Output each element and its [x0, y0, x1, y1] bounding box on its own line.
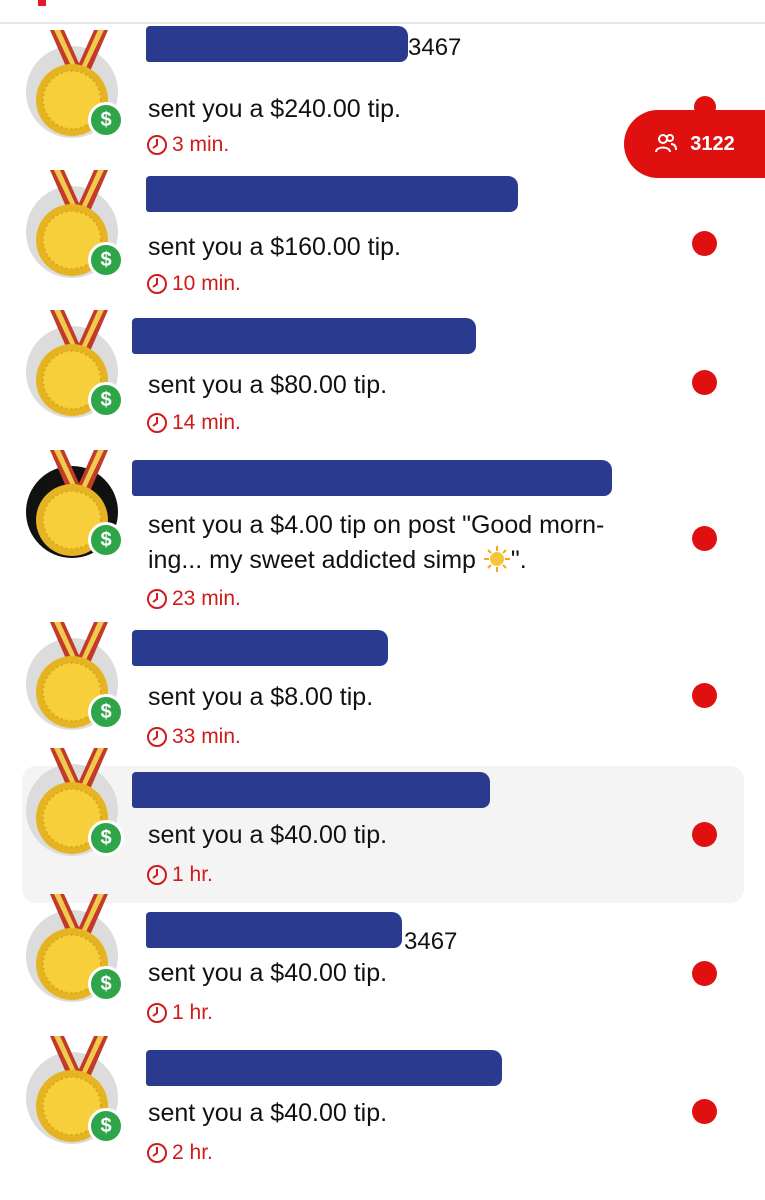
top-bar [0, 0, 765, 24]
online-users-button[interactable]: 3122 [624, 96, 765, 178]
clock-icon [147, 589, 167, 609]
avatar[interactable]: $ [24, 164, 134, 279]
unread-dot [692, 961, 717, 986]
top-accent [38, 0, 46, 6]
unread-dot [692, 231, 717, 256]
timestamp: 33 min. [146, 724, 241, 750]
clock-icon [147, 413, 167, 433]
clock-icon [147, 1003, 167, 1023]
notification-text: sent you a $40.00 tip. [148, 1099, 388, 1127]
avatar[interactable]: $ [24, 444, 134, 559]
dollar-icon: $ [88, 242, 124, 278]
avatar[interactable]: $ [24, 616, 134, 731]
dollar-icon: $ [88, 522, 124, 558]
redacted-name [132, 630, 388, 666]
timestamp: 10 min. [146, 271, 241, 297]
sun-emoji-icon [483, 546, 510, 572]
notification-text: sent you a $4.00 tip on post "Good morn-… [148, 511, 605, 574]
unread-dot [694, 96, 716, 118]
avatar[interactable]: $ [24, 304, 134, 419]
notification-text: sent you a $160.00 tip. [148, 233, 401, 261]
avatar[interactable]: $ [24, 742, 134, 857]
clock-icon [147, 274, 167, 294]
avatar[interactable]: $ [24, 888, 134, 1003]
unread-dot [692, 370, 717, 395]
timestamp: 2 hr. [146, 1140, 213, 1166]
notification-text: sent you a $80.00 tip. [148, 371, 388, 399]
notification-text: sent you a $40.00 tip. [148, 959, 388, 987]
timestamp: 14 min. [146, 410, 241, 436]
unread-dot [692, 822, 717, 847]
notification-text: sent you a $240.00 tip. [148, 95, 401, 123]
timestamp: 23 min. [146, 586, 241, 612]
redacted-name [132, 318, 476, 354]
unread-dot [692, 526, 717, 551]
dollar-icon: $ [88, 1108, 124, 1144]
avatar[interactable]: $ [24, 24, 134, 139]
clock-icon [147, 135, 167, 155]
timestamp: 1 hr. [146, 862, 213, 888]
notification-text: sent you a $40.00 tip. [148, 821, 388, 849]
clock-icon [147, 865, 167, 885]
unread-dot [692, 683, 717, 708]
redacted-name [132, 460, 612, 496]
dollar-icon: $ [88, 102, 124, 138]
redacted-name [146, 176, 518, 212]
clock-icon [147, 1143, 167, 1163]
notification-text: sent you a $8.00 tip. [148, 683, 374, 711]
dollar-icon: $ [88, 820, 124, 856]
redacted-name [146, 26, 408, 62]
dollar-icon: $ [88, 966, 124, 1002]
dollar-icon: $ [88, 694, 124, 730]
timestamp: 3 min. [146, 132, 229, 158]
redacted-name [146, 1050, 502, 1086]
clock-icon [147, 727, 167, 747]
redacted-name [132, 772, 490, 808]
online-count: 3122 [690, 132, 735, 155]
redacted-name [146, 912, 402, 948]
dollar-icon: $ [88, 382, 124, 418]
avatar[interactable]: $ [24, 1030, 134, 1145]
unread-dot [692, 1099, 717, 1124]
users-icon [655, 134, 678, 153]
timestamp: 1 hr. [146, 1000, 213, 1026]
